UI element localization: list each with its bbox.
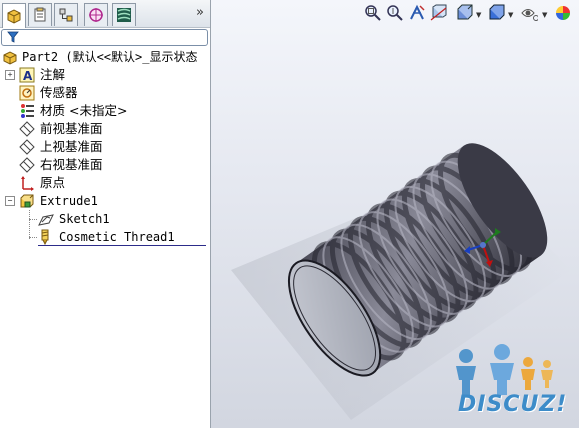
tree-item-label: Sketch1 (59, 212, 110, 226)
tree-item-top-plane[interactable]: 上视基准面 (19, 138, 199, 156)
tab-property-manager[interactable] (28, 3, 52, 26)
manager-tabs: » (0, 0, 210, 28)
tree-connector (29, 219, 37, 220)
feature-manager-panel: » Part2 (默认<<默认>_显示状态 + A 注解 传感器 材质 <未指定… (0, 0, 211, 428)
tree-connector (29, 237, 37, 238)
zoom-to-fit-icon[interactable] (364, 4, 382, 22)
sensors-icon (19, 85, 35, 101)
tree-connector (29, 210, 30, 239)
annotations-icon: A (19, 67, 35, 83)
filter-icon (7, 31, 19, 43)
tab-display-manager[interactable] (112, 3, 136, 26)
part-icon (3, 51, 17, 65)
tree-item-label: 传感器 (40, 85, 78, 100)
tree-item-label: Cosmetic Thread1 (59, 230, 175, 244)
tree-item-label: 原点 (40, 175, 66, 190)
tab-overflow-button[interactable]: » (196, 5, 204, 20)
property-manager-icon (34, 7, 46, 22)
previous-view-icon[interactable] (408, 4, 426, 22)
appearance-icon[interactable] (554, 4, 572, 22)
heads-up-view-toolbar: ▼ ▼ ▼ (360, 2, 579, 24)
tree-item-sensors[interactable]: 传感器 (19, 84, 199, 102)
hide-show-dropdown-icon[interactable]: ▼ (542, 11, 547, 19)
tree-root-part[interactable]: Part2 (默认<<默认>_显示状态 (0, 48, 210, 66)
tree-item-label: 右视基准面 (40, 157, 103, 172)
view-orientation-dropdown-icon[interactable]: ▼ (476, 11, 481, 19)
material-icon (21, 104, 34, 118)
tree-item-sketch[interactable]: Sketch1 (38, 210, 198, 228)
extrude-icon (20, 194, 34, 208)
tree-item-label: 上视基准面 (40, 139, 103, 154)
tree-item-annotations[interactable]: A 注解 (19, 66, 199, 84)
tree-item-origin[interactable]: 原点 (19, 174, 199, 192)
hide-show-items-icon[interactable] (520, 4, 538, 22)
display-manager-icon (117, 8, 131, 22)
tab-feature-manager[interactable] (2, 3, 26, 28)
tree-item-extrude[interactable]: Extrude1 (19, 192, 199, 210)
expand-extrude-toggle[interactable]: − (5, 196, 15, 206)
tree-root-label: Part2 (默认<<默认>_显示状态 (22, 50, 198, 64)
section-view-icon[interactable] (430, 4, 448, 22)
plane-icon (19, 121, 35, 137)
display-style-dropdown-icon[interactable]: ▼ (508, 11, 513, 19)
feature-manager-icon (7, 9, 21, 24)
expand-annotations-toggle[interactable]: + (5, 70, 15, 80)
sketch-icon (38, 214, 54, 226)
tree-item-cosmetic-thread[interactable]: Cosmetic Thread1 (38, 228, 208, 246)
model-viewport[interactable] (211, 0, 579, 428)
tree-item-front-plane[interactable]: 前视基准面 (19, 120, 199, 138)
tree-item-label: 前视基准面 (40, 121, 103, 136)
tree-item-label: 注解 (40, 67, 66, 82)
zoom-to-area-icon[interactable] (386, 4, 404, 22)
view-orientation-icon[interactable] (456, 4, 474, 22)
tree-item-right-plane[interactable]: 右视基准面 (19, 156, 199, 174)
tree-item-label: 材质 <未指定> (40, 103, 128, 118)
configuration-manager-icon (59, 8, 73, 22)
plane-icon (19, 157, 35, 173)
svg-text:A: A (23, 69, 33, 83)
origin-icon (21, 176, 34, 191)
plane-icon (19, 139, 35, 155)
cosmetic-thread-icon (41, 229, 49, 245)
display-style-icon[interactable] (488, 4, 506, 22)
tree-filter-field[interactable] (1, 29, 208, 46)
tree-selection-underline (38, 245, 206, 246)
tree-item-label: Extrude1 (40, 194, 98, 208)
graphics-area[interactable]: DISCUZ! (211, 0, 579, 428)
dimxpert-icon (89, 8, 103, 22)
tab-configuration-manager[interactable] (54, 3, 78, 26)
watermark-logo (456, 344, 553, 395)
watermark-text: DISCUZ! (458, 392, 568, 417)
tree-item-material[interactable]: 材质 <未指定> (19, 102, 204, 120)
tab-dimxpert-manager[interactable] (84, 3, 108, 26)
